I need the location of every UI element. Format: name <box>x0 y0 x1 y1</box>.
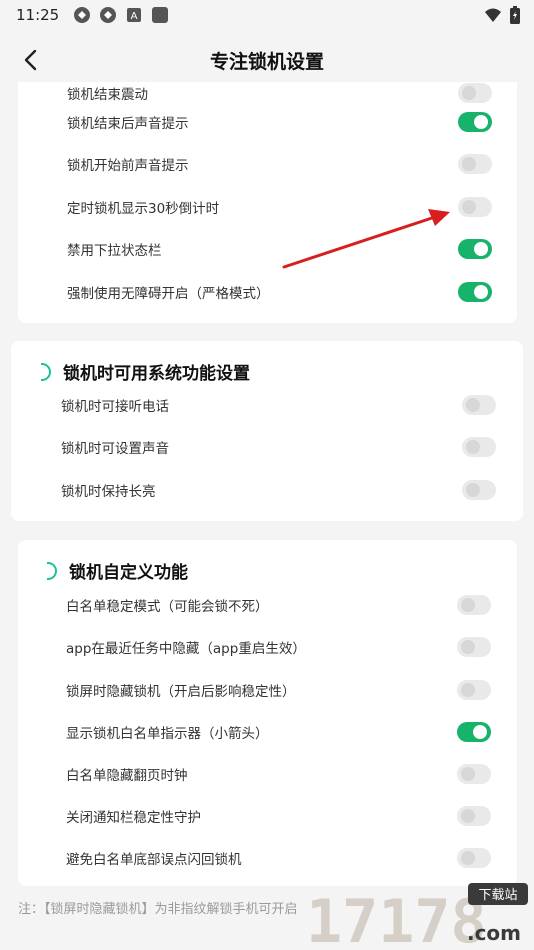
setting-row-answer-call[interactable]: 锁机时可接听电话 <box>11 384 523 426</box>
toggle-hide-flip-clock[interactable] <box>457 764 491 784</box>
watermark-number: 17178 <box>306 887 487 950</box>
toggle-keep-screen-on[interactable] <box>462 480 496 500</box>
toggle-knob <box>462 157 476 171</box>
setting-row-avoid-misclick[interactable]: 避免白名单底部误点闪回锁机 <box>18 837 517 879</box>
card-lock-options: 锁机结束震动 锁机结束后声音提示 锁机开始前声音提示 定时锁机显示30秒倒计时 … <box>18 82 517 323</box>
toggle-knob <box>474 242 488 256</box>
toggle-knob <box>461 683 475 697</box>
section-title-text: 锁机时可用系统功能设置 <box>63 364 250 384</box>
toggle-knob <box>462 86 476 100</box>
toggle-set-sound[interactable] <box>462 437 496 457</box>
setting-row-keep-screen-on[interactable]: 锁机时保持长亮 <box>11 469 523 511</box>
toggle-answer-call[interactable] <box>462 395 496 415</box>
toggle-knob <box>461 809 475 823</box>
card-custom-functions: 锁机自定义功能 白名单稳定模式（可能会锁不死） app在最近任务中隐藏（app重… <box>18 540 517 886</box>
toggle-knob <box>473 725 487 739</box>
setting-label: 锁机结束后声音提示 <box>67 116 189 132</box>
toggle-disable-statusbar[interactable] <box>458 239 492 259</box>
toggle-knob <box>461 598 475 612</box>
toggle-countdown[interactable] <box>458 197 492 217</box>
toggle-lock-end-vibrate[interactable] <box>458 83 492 103</box>
setting-label: app在最近任务中隐藏（app重启生效） <box>66 641 306 657</box>
setting-label: 定时锁机显示30秒倒计时 <box>67 201 220 217</box>
section-title-custom: 锁机自定义功能 <box>47 558 188 583</box>
app-icon-2 <box>99 6 117 24</box>
wifi-icon <box>484 7 502 27</box>
toggle-lock-end-sound[interactable] <box>458 112 492 132</box>
setting-label: 强制使用无障碍开启（严格模式） <box>67 286 270 302</box>
setting-row-notification-guard[interactable]: 关闭通知栏稳定性守护 <box>18 795 517 837</box>
setting-label: 显示锁机白名单指示器（小箭头） <box>66 726 269 742</box>
section-title-system: 锁机时可用系统功能设置 <box>41 359 250 384</box>
setting-row-whitelist-indicator[interactable]: 显示锁机白名单指示器（小箭头） <box>18 711 517 753</box>
card-system-functions: 锁机时可用系统功能设置 锁机时可接听电话 锁机时可设置声音 锁机时保持长亮 <box>11 341 523 521</box>
toggle-knob <box>466 440 480 454</box>
setting-label: 白名单隐藏翻页时钟 <box>66 768 188 784</box>
status-time: 11:25 <box>16 6 60 24</box>
app-icon-square <box>151 6 169 24</box>
setting-row-lock-end-sound[interactable]: 锁机结束后声音提示 <box>18 101 517 143</box>
toggle-knob <box>461 640 475 654</box>
setting-row-disable-statusbar[interactable]: 禁用下拉状态栏 <box>18 228 517 270</box>
section-accent-icon <box>47 561 57 580</box>
status-bar: 11:25 A <box>0 0 534 30</box>
toggle-knob <box>461 767 475 781</box>
battery-icon <box>510 6 520 28</box>
setting-row-hide-flip-clock[interactable]: 白名单隐藏翻页时钟 <box>18 753 517 795</box>
setting-label: 锁机开始前声音提示 <box>67 158 189 174</box>
toggle-knob <box>466 483 480 497</box>
watermark-suffix: .com <box>467 921 521 945</box>
watermark-logo: 17178 下载站 .com <box>304 880 534 950</box>
watermark-badge: 下载站 <box>478 888 517 903</box>
setting-row-countdown[interactable]: 定时锁机显示30秒倒计时 <box>18 186 517 228</box>
toggle-lock-start-sound[interactable] <box>458 154 492 174</box>
setting-row-lock-start-sound[interactable]: 锁机开始前声音提示 <box>18 143 517 185</box>
toggle-whitelist-indicator[interactable] <box>457 722 491 742</box>
toggle-knob <box>461 851 475 865</box>
page-title: 专注锁机设置 <box>209 50 324 73</box>
setting-label: 锁机时可接听电话 <box>61 399 169 415</box>
setting-label: 锁机时可设置声音 <box>61 441 169 457</box>
nav-bar: 专注锁机设置 <box>0 38 534 82</box>
setting-row-strict-mode[interactable]: 强制使用无障碍开启（严格模式） <box>18 271 517 313</box>
setting-row-hide-on-lockscreen[interactable]: 锁屏时隐藏锁机（开启后影响稳定性） <box>18 669 517 711</box>
setting-label: 禁用下拉状态栏 <box>67 243 162 259</box>
toggle-strict-mode[interactable] <box>458 282 492 302</box>
toggle-knob <box>462 200 476 214</box>
toggle-knob <box>474 115 488 129</box>
toggle-knob <box>474 285 488 299</box>
back-button[interactable] <box>16 46 44 74</box>
toggle-knob <box>466 398 480 412</box>
footnote: 注：【锁屏时隐藏锁机】为非指纹解锁手机可开启 <box>18 902 298 917</box>
setting-label: 锁屏时隐藏锁机（开启后影响稳定性） <box>66 684 296 700</box>
setting-row-hide-recent[interactable]: app在最近任务中隐藏（app重启生效） <box>18 626 517 668</box>
section-accent-icon <box>41 362 51 381</box>
chevron-left-icon <box>24 49 37 71</box>
toggle-hide-on-lockscreen[interactable] <box>457 680 491 700</box>
settings-scroll[interactable]: 锁机结束震动 锁机结束后声音提示 锁机开始前声音提示 定时锁机显示30秒倒计时 … <box>0 82 534 950</box>
toggle-avoid-misclick[interactable] <box>457 848 491 868</box>
section-title-text: 锁机自定义功能 <box>69 563 188 583</box>
app-icon-a: A <box>125 6 143 24</box>
setting-row-whitelist-stable[interactable]: 白名单稳定模式（可能会锁不死） <box>18 584 517 626</box>
setting-label: 锁机时保持长亮 <box>61 484 156 500</box>
svg-text:A: A <box>131 11 138 22</box>
setting-label: 关闭通知栏稳定性守护 <box>66 810 201 826</box>
app-icon-1 <box>73 6 91 24</box>
setting-label: 锁机结束震动 <box>67 87 148 103</box>
toggle-hide-recent[interactable] <box>457 637 491 657</box>
setting-row-set-sound[interactable]: 锁机时可设置声音 <box>11 426 523 468</box>
setting-label: 避免白名单底部误点闪回锁机 <box>66 852 242 868</box>
setting-label: 白名单稳定模式（可能会锁不死） <box>66 599 269 615</box>
toggle-notification-guard[interactable] <box>457 806 491 826</box>
toggle-whitelist-stable[interactable] <box>457 595 491 615</box>
